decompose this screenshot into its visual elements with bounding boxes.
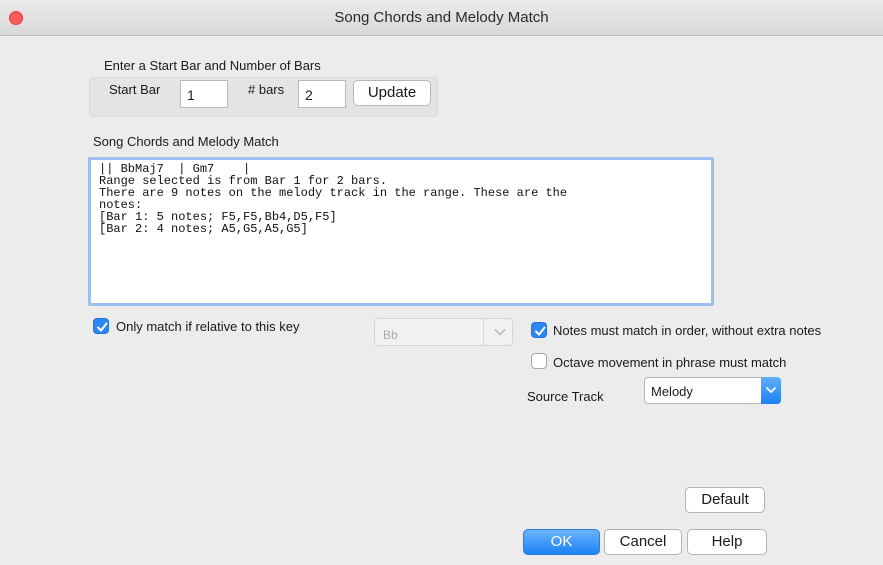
source-track-label: Source Track (527, 389, 604, 404)
key-select-value: Bb (383, 328, 398, 342)
source-track-value: Melody (651, 384, 693, 399)
result-line: There are 9 notes on the melody track in… (99, 186, 568, 200)
window-title: Song Chords and Melody Match (334, 9, 549, 26)
bars-input[interactable]: 2 (298, 80, 346, 108)
key-select: Bb (374, 318, 513, 346)
order-match-label: Notes must match in order, without extra… (553, 323, 822, 338)
source-track-select[interactable]: Melody (644, 377, 781, 404)
octave-match-checkbox[interactable] (531, 353, 547, 369)
dialog-window: Song Chords and Melody Match Enter a Sta… (0, 0, 883, 565)
checkmark-icon (535, 326, 546, 336)
range-heading: Enter a Start Bar and Number of Bars (104, 58, 321, 73)
default-button[interactable]: Default (685, 487, 765, 513)
bars-label: # bars (248, 82, 285, 97)
octave-match-label: Octave movement in phrase must match (553, 355, 787, 370)
update-button[interactable]: Update (353, 80, 431, 106)
result-line: [Bar 2: 4 notes; A5,G5,A5,G5] (99, 222, 308, 236)
start-bar-label: Start Bar (109, 82, 161, 97)
ok-button[interactable]: OK (523, 529, 600, 555)
select-arrow (761, 377, 781, 404)
cancel-button[interactable]: Cancel (604, 529, 682, 555)
chevron-down-icon (494, 328, 506, 336)
order-match-checkbox[interactable] (531, 322, 547, 338)
match-results-textarea[interactable]: || BbMaj7 | Gm7 | Range selected is from… (88, 157, 714, 306)
select-divider (483, 319, 484, 345)
checkmark-icon (97, 322, 108, 332)
start-bar-input[interactable]: 1 (180, 80, 228, 108)
key-match-label: Only match if relative to this key (116, 319, 300, 334)
chevron-down-icon (765, 386, 777, 394)
match-section-label: Song Chords and Melody Match (93, 134, 279, 149)
key-match-checkbox[interactable] (93, 318, 109, 334)
title-bar: Song Chords and Melody Match (0, 0, 883, 36)
help-button[interactable]: Help (687, 529, 767, 555)
